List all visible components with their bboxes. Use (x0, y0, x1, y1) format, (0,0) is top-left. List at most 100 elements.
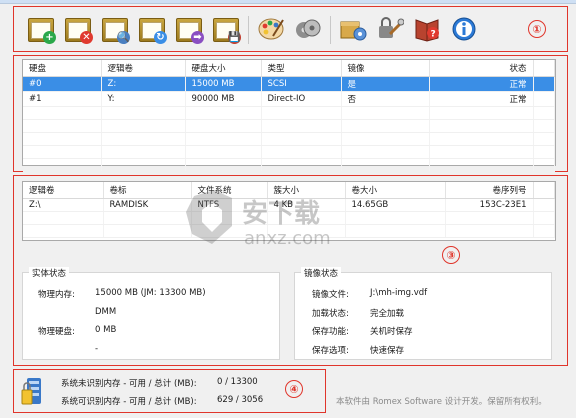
recognized-memory-value: 629 / 3056 (217, 395, 264, 405)
toolbar-separator (330, 16, 331, 44)
info-button[interactable] (449, 15, 479, 45)
disk-table-empty-cell (101, 132, 186, 146)
disk-table-empty-cell (429, 119, 534, 133)
image-status-label: 镜像文件: (312, 290, 349, 300)
watermark-en: anxz.com (244, 228, 331, 249)
marker-1: ① (528, 20, 546, 38)
disk-table-header[interactable]: 硬盘 (23, 60, 102, 77)
disk-table-empty-cell (23, 119, 102, 133)
refresh-disk-button[interactable]: ↻ (137, 15, 167, 45)
volume-table-header-filler (533, 182, 555, 199)
marker-4: ④ (285, 380, 303, 398)
disk-table-cell: #0 (23, 76, 102, 92)
disk-table-empty-cell (185, 119, 262, 133)
svg-text:?: ? (431, 29, 436, 39)
palette-button[interactable] (256, 15, 286, 45)
volume-table-header[interactable]: 卷序列号 (445, 182, 534, 199)
disk-table-cell-filler (533, 91, 555, 107)
disk-table-empty-cell (341, 145, 430, 159)
palette-icon (257, 16, 285, 45)
volume-table-empty-cell (23, 224, 104, 238)
disk-table-empty-cell (185, 132, 262, 146)
disk-table-header[interactable]: 逻辑卷 (101, 60, 186, 77)
volume-table-empty-cell (533, 211, 555, 225)
disk-table-empty-cell (261, 145, 342, 159)
disk-table-empty-cell (101, 158, 186, 172)
image-status-label: 保存功能: (312, 327, 349, 337)
disk-table-cell: SCSI (261, 76, 342, 92)
tools-settings-button[interactable] (375, 15, 405, 45)
disks-settings-button[interactable] (293, 15, 323, 45)
recognized-memory-label: 系统可识别内存 - 可用 / 总计 (MB): (61, 397, 197, 407)
entity-status-value: 0 MB (95, 325, 117, 335)
unrecognized-memory-value: 0 / 13300 (217, 377, 258, 387)
tools-settings-icon (376, 16, 405, 45)
unrecognized-memory-label: 系统未识别内存 - 可用 / 总计 (MB): (61, 379, 197, 389)
volume-table-empty-cell (533, 224, 555, 238)
disk-table-panel: 硬盘 逻辑卷 硬盘大小 类型 镜像 状态 #0 Z: 15000 MB SCSI 是正常 #1 Y: 9… (22, 59, 556, 172)
disk-table-empty-cell (23, 132, 102, 146)
load-disk-button[interactable]: ➡ (174, 15, 204, 45)
disk-table-empty-cell (185, 158, 262, 172)
refresh-disk-icon: ↻ (139, 18, 167, 44)
disks-settings-icon (294, 16, 322, 45)
add-disk-button[interactable]: + (26, 15, 56, 45)
help-book-button[interactable]: ? (412, 15, 442, 45)
volume-table-empty-cell (23, 211, 104, 225)
package-settings-button[interactable] (338, 15, 368, 45)
view-disk-button[interactable]: 🔍 (100, 15, 130, 45)
volume-table-cell: 153C-23E1 (445, 198, 534, 212)
disk-table-empty-cell (429, 132, 534, 146)
info-icon (450, 16, 478, 45)
entity-status-title: 实体状态 (29, 267, 70, 279)
disk-table-empty-cell (101, 106, 186, 120)
disk-table-empty-cell (341, 158, 430, 172)
disk-table-cell: Y: (101, 91, 186, 107)
entity-status-value: DMM (95, 306, 117, 317)
disk-table-empty-cell (101, 145, 186, 159)
disk-table-empty-cell (185, 145, 262, 159)
disk-table-header-filler (533, 60, 555, 77)
disk-table-empty-row (23, 106, 555, 120)
entity-status-value: - (95, 343, 99, 354)
disk-table-empty-row (23, 132, 555, 146)
entity-status-group: 实体状态 (22, 267, 280, 360)
disk-table-empty-cell (533, 106, 555, 120)
memory-icon (20, 374, 46, 408)
load-disk-icon: ➡ (176, 18, 204, 44)
disk-table-empty-cell (533, 119, 555, 133)
disk-table-row[interactable]: #1 Y: 90000 MB Direct-IO 否正常 (23, 91, 555, 107)
disk-table-empty-cell (23, 158, 102, 172)
disk-table-cell: #1 (23, 91, 102, 107)
image-status-value: 完全加载 (370, 308, 405, 319)
disk-table-empty-cell (429, 145, 534, 159)
disk-table-cell: 否 (341, 91, 430, 107)
save-disk-button[interactable]: 💾 (211, 15, 241, 45)
disk-table-cell: Z: (101, 76, 186, 92)
entity-status-label: 物理硬盘: (38, 327, 75, 337)
image-status-value: J:\mh-img.vdf (370, 288, 428, 298)
save-disk-icon: 💾 (213, 18, 241, 44)
disk-table-empty-cell (341, 106, 430, 120)
image-status-value: 关机时保存 (370, 327, 413, 337)
disk-table-header[interactable]: 类型 (261, 60, 342, 77)
disk-table-header[interactable]: 状态 (429, 60, 534, 77)
help-book-icon: ? (413, 16, 441, 45)
remove-disk-button[interactable]: ✕ (63, 15, 93, 45)
remove-disk-icon: ✕ (65, 18, 93, 44)
add-disk-icon: + (28, 18, 56, 44)
disk-table-empty-cell (185, 106, 262, 120)
disk-table-header[interactable]: 硬盘大小 (185, 60, 262, 77)
disk-table-row[interactable]: #0 Z: 15000 MB SCSI 是正常 (23, 76, 555, 92)
volume-table-cell-filler (533, 198, 555, 212)
view-disk-icon: 🔍 (102, 18, 130, 44)
disk-table-header[interactable]: 镜像 (341, 60, 430, 77)
watermark-cn: 安下载 (242, 199, 320, 229)
disk-table-cell: 正常 (429, 76, 534, 92)
disk-table: 硬盘 逻辑卷 硬盘大小 类型 镜像 状态 #0 Z: 15000 MB SCSI 是正常 #1 Y: 9… (23, 60, 555, 172)
disk-table-empty-cell (533, 145, 555, 159)
entity-status-label: 物理内存: (38, 290, 75, 300)
disk-table-cell: 正常 (429, 91, 534, 107)
volume-table-header[interactable]: 逻辑卷 (23, 182, 104, 199)
marker-3: ③ (442, 246, 460, 264)
